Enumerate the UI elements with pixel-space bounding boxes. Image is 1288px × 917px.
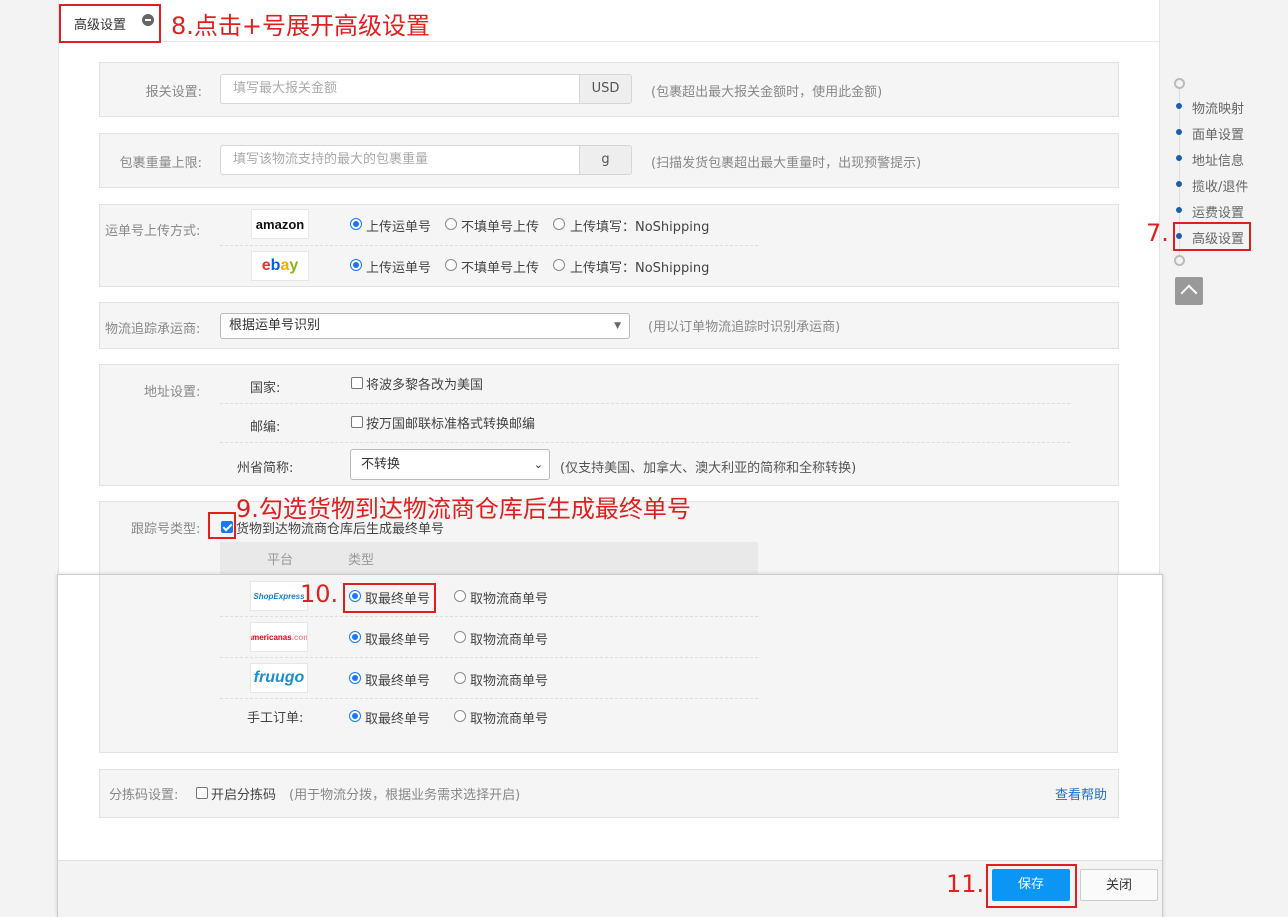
zip-option: 按万国邮联标准格式转换邮编 [366,417,536,432]
annotation-10: 10. [300,580,339,608]
manual-opt2: 取物流商单号 [470,712,549,727]
state-select[interactable]: 不转换 ⌄ [350,449,550,480]
weight-unit: g [580,145,632,175]
ebay-opt3: 上传填写：NoShipping [570,261,710,276]
weight-input[interactable]: 填写该物流支持的最大的包裹重量 [220,145,580,175]
customs-input[interactable]: 填写最大报关金额 [220,74,580,104]
sorting-label: 分拣码设置: [109,788,179,803]
sorting-section: 分拣码设置: 开启分拣码 (用于物流分拨，根据业务需求选择开启) 查看帮助 [99,769,1119,818]
amazon-opt2: 不填单号上传 [461,220,540,235]
amazon-noupload-radio[interactable] [445,218,457,230]
ebay-noupload-radio[interactable] [445,259,457,271]
address-section: 地址设置: 国家: 将波多黎各改为美国 邮编: 按万国邮联标准格式转换邮编 州省… [99,364,1119,486]
upload-label: 运单号上传方式: [105,224,201,239]
americanas-opt2: 取物流商单号 [470,633,549,648]
manual-opt1: 取最终单号 [365,712,431,727]
weight-section: 包裹重量上限: 填写该物流支持的最大的包裹重量 g (扫描发货包裹超出最大重量时… [99,133,1119,188]
nav-item-label[interactable]: 面单设置 [1192,124,1244,143]
carrier-select[interactable]: 根据运单号识别 ▼ [220,313,630,339]
zip-label: 邮编: [250,420,281,435]
fruugo-logo: fruugo [250,663,308,693]
americanas-logo: americanas.com [250,622,308,652]
nav-item-address[interactable]: 地址信息 [1192,150,1244,169]
chevron-up-icon [1180,284,1198,302]
country-label: 国家: [250,381,281,396]
fruugo-final-radio[interactable] [349,672,361,684]
annotation-9: 9.勾选货物到达物流商仓库后生成最终单号 [236,495,691,523]
amazon-noshipping-radio[interactable] [553,218,565,230]
col-type: 类型 [348,553,375,568]
nav-item-freight[interactable]: 运费设置 [1192,202,1244,221]
annotation-box-7 [1173,222,1251,251]
carrier-section: 物流追踪承运商: 根据运单号识别 ▼ (用以订单物流追踪时识别承运商) [99,302,1119,349]
annotation-box-9 [208,512,236,539]
carrier-label: 物流追踪承运商: [105,322,201,337]
state-value: 不转换 [361,457,401,472]
col-platform: 平台 [267,553,294,568]
nav-top-circle [1174,78,1185,89]
annotation-box-10 [343,583,436,613]
customs-hint: (包裹超出最大报关金额时，使用此金额) [651,85,883,100]
sorting-option: 开启分拣码 [211,788,277,803]
nav-item-mapping[interactable]: 物流映射 [1192,98,1244,117]
nav-item-pickup[interactable]: 揽收/退件 [1192,176,1248,195]
fruugo-opt2: 取物流商单号 [470,674,549,689]
zip-checkbox[interactable] [351,416,363,428]
shopexpress-opt2: 取物流商单号 [470,592,549,607]
annotation-box-8 [59,4,161,43]
carrier-value: 根据运单号识别 [229,318,321,333]
amazon-opt3: 上传填写：NoShipping [570,220,710,235]
americanas-final-radio[interactable] [349,631,361,643]
state-hint: (仅支持美国、加拿大、澳大利亚的简称和全称转换) [560,461,857,476]
amazon-logo: amazon [251,209,309,239]
chevron-down-icon: ⌄ [533,458,543,471]
weight-label: 包裹重量上限: [119,156,202,171]
customs-section: 报关设置: 填写最大报关金额 USD (包裹超出最大报关金额时，使用此金额) [99,62,1119,117]
annotation-8: 8.点击+号展开高级设置 [171,12,431,40]
ebay-opt1: 上传运单号 [366,261,432,276]
sorting-hint: (用于物流分拨，根据业务需求选择开启) [289,788,521,803]
amazon-opt1: 上传运单号 [366,220,432,235]
manual-carrier-radio[interactable] [454,710,466,722]
ebay-logo: ebay [251,251,309,281]
sorting-checkbox[interactable] [196,787,208,799]
close-button[interactable]: 关闭 [1080,869,1158,901]
shopexpress-carrier-radio[interactable] [454,590,466,602]
customs-unit: USD [580,74,632,104]
header-divider [59,41,1159,42]
amazon-upload-radio[interactable] [350,218,362,230]
annotation-box-11 [986,864,1077,908]
help-link[interactable]: 查看帮助 [1055,784,1107,803]
dropdown-arrow-icon: ▼ [614,321,621,331]
americanas-opt1: 取最终单号 [365,633,431,648]
customs-label: 报关设置: [145,85,202,100]
annotation-7: 7. [1146,219,1169,247]
country-option: 将波多黎各改为美国 [366,378,484,393]
country-checkbox[interactable] [351,377,363,389]
ebay-noshipping-radio[interactable] [553,259,565,271]
tracking-label: 跟踪号类型: [131,522,201,537]
americanas-carrier-radio[interactable] [454,631,466,643]
upload-section: 运单号上传方式: amazon 上传运单号 不填单号上传 上传填写：NoShip… [99,204,1119,287]
nav-bottom-circle [1174,255,1185,266]
carrier-hint: (用以订单物流追踪时识别承运商) [648,320,841,335]
ebay-upload-radio[interactable] [350,259,362,271]
fruugo-opt1: 取最终单号 [365,674,431,689]
ebay-opt2: 不填单号上传 [461,261,540,276]
fruugo-carrier-radio[interactable] [454,672,466,684]
annotation-11: 11. [946,870,985,898]
address-label: 地址设置: [144,385,201,400]
state-label: 州省简称: [237,461,294,476]
back-to-top-button[interactable] [1175,277,1203,305]
manual-order-label: 手工订单: [247,711,304,726]
tracking-table-header: 平台 类型 [220,542,758,574]
manual-final-radio[interactable] [349,710,361,722]
weight-hint: (扫描发货包裹超出最大重量时，出现预警提示) [651,156,922,171]
